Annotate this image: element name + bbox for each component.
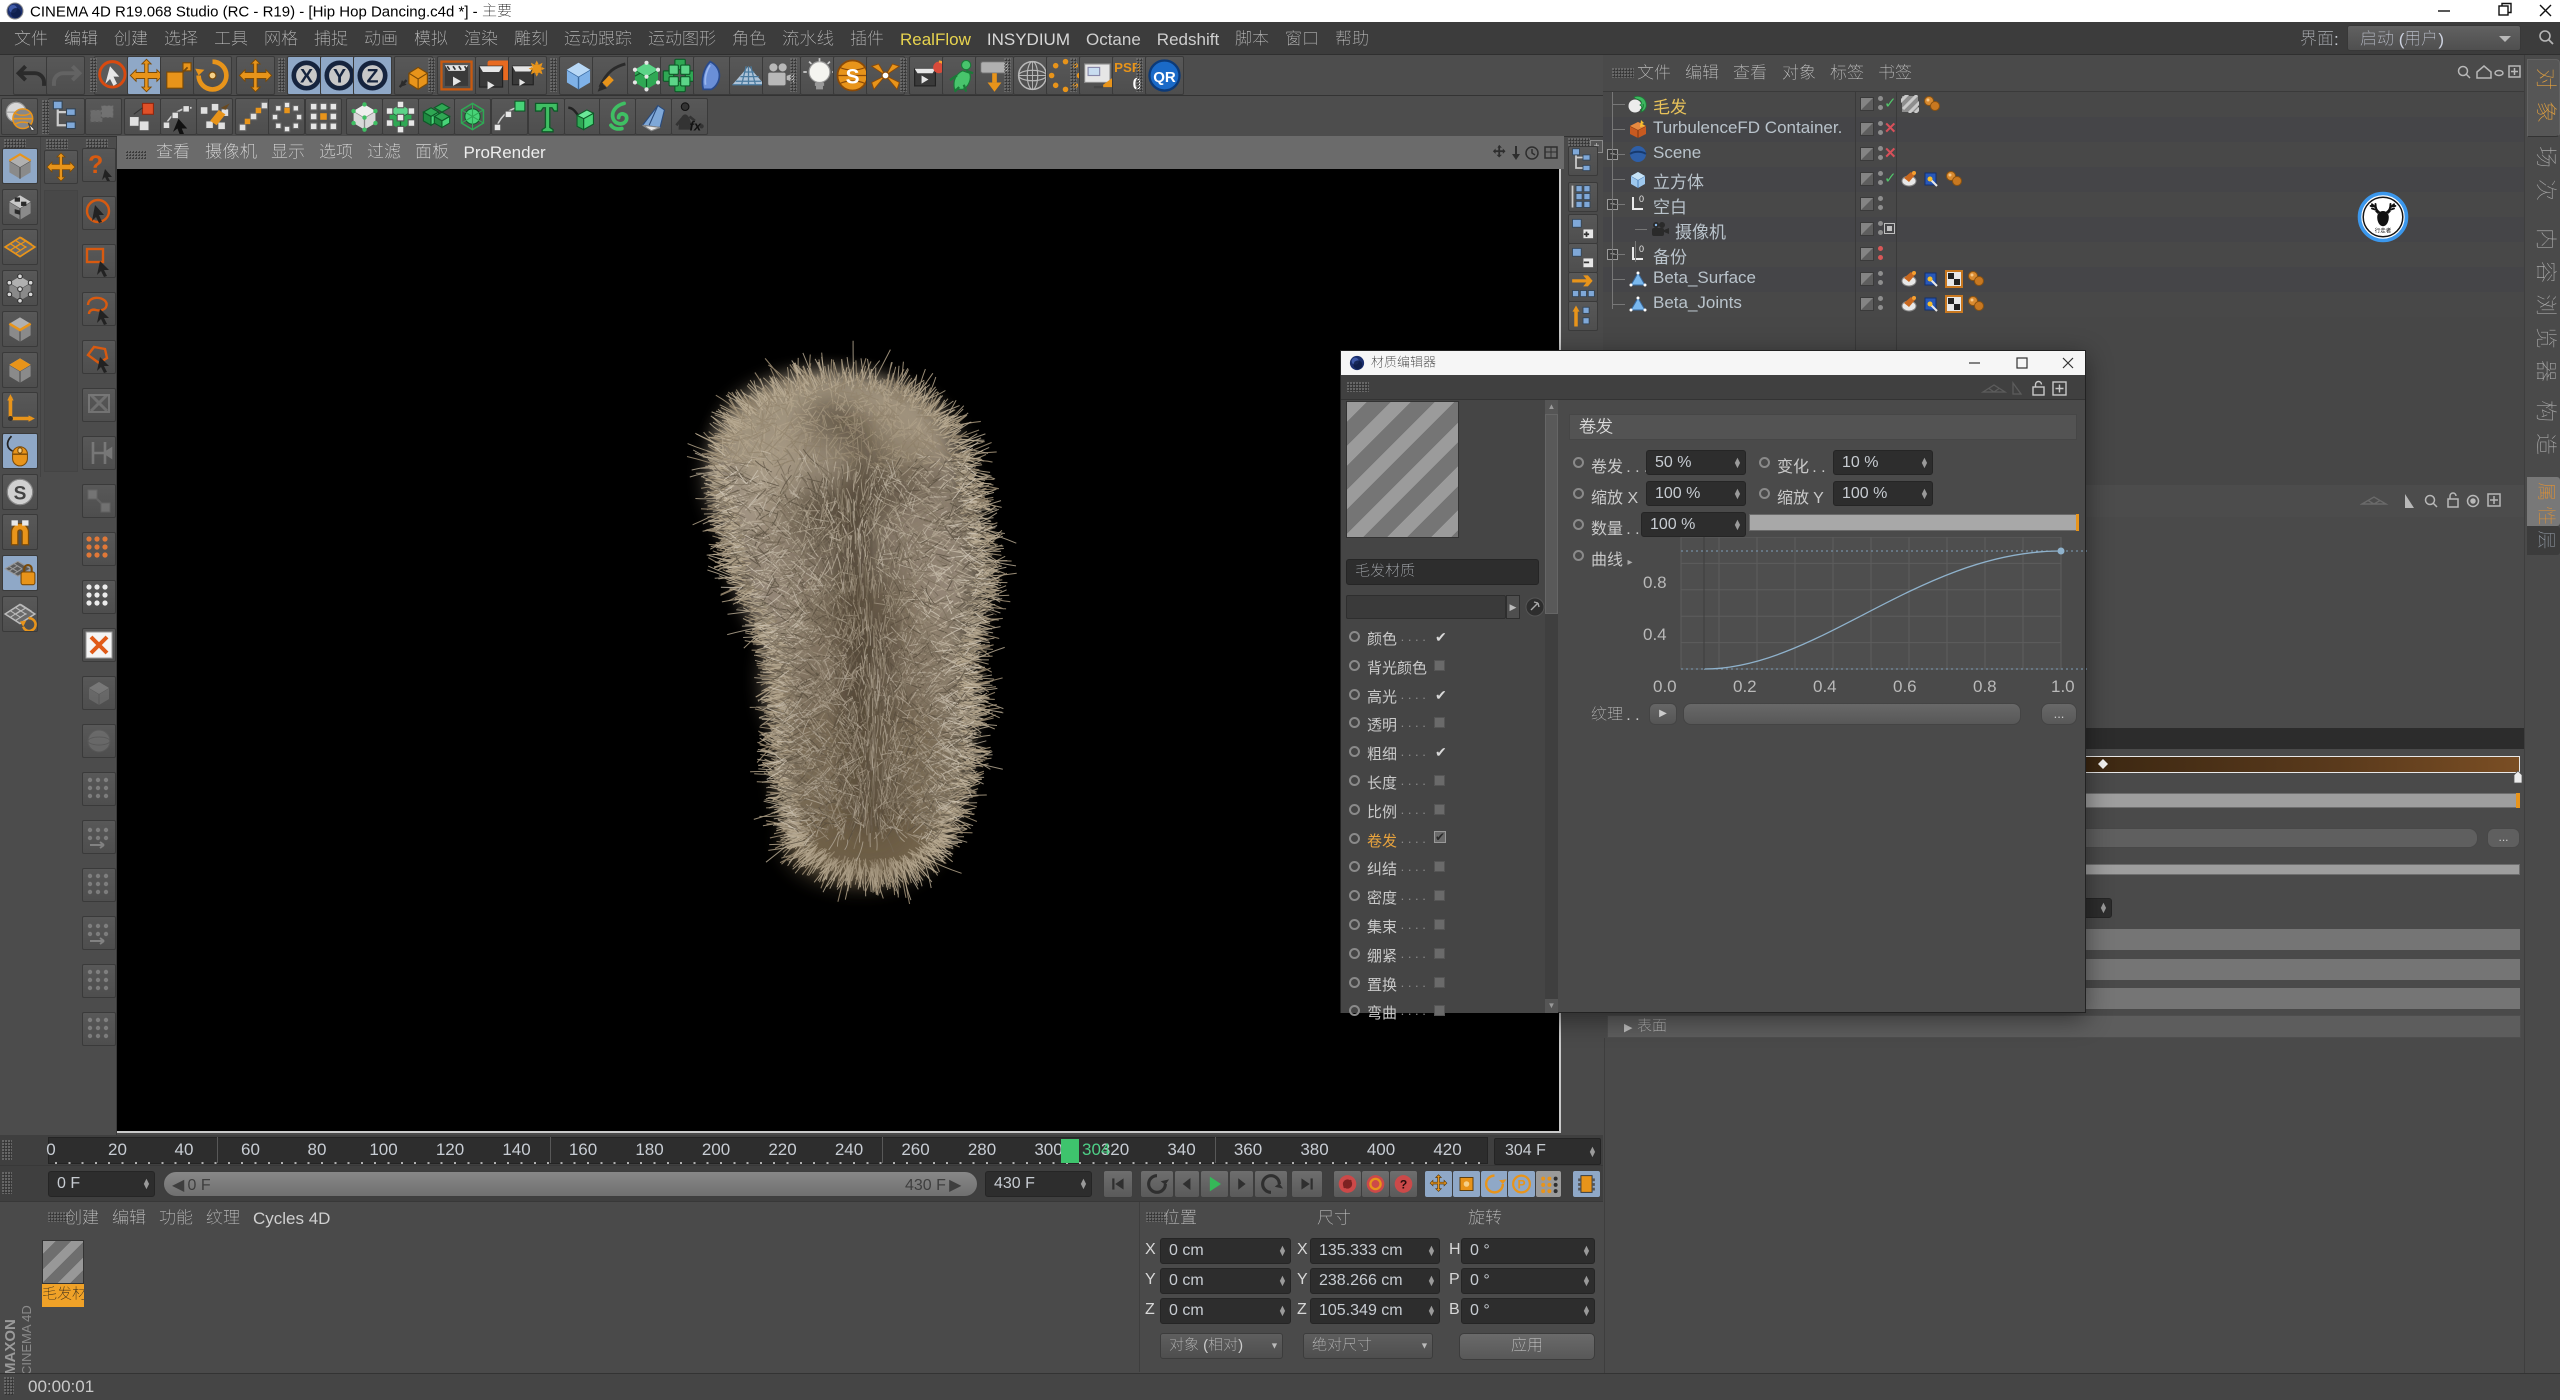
svg-text:S: S <box>14 483 27 504</box>
svg-text:0: 0 <box>1639 194 1644 204</box>
svg-text:QR: QR <box>1153 69 1176 86</box>
svg-text:X: X <box>300 65 313 87</box>
svg-text:MAXON: MAXON <box>2 1319 19 1375</box>
svg-text:0: 0 <box>1639 244 1644 254</box>
svg-text:Y: Y <box>333 65 346 87</box>
svg-text:CINEMA 4D: CINEMA 4D <box>19 1305 34 1375</box>
svg-text:?: ? <box>1400 1178 1407 1192</box>
svg-text:?: ? <box>88 151 103 179</box>
svg-text:S: S <box>846 66 860 89</box>
svg-text:行走者: 行走者 <box>2375 227 2392 235</box>
svg-text:P: P <box>1517 1178 1525 1192</box>
svg-text:Z: Z <box>367 65 379 87</box>
